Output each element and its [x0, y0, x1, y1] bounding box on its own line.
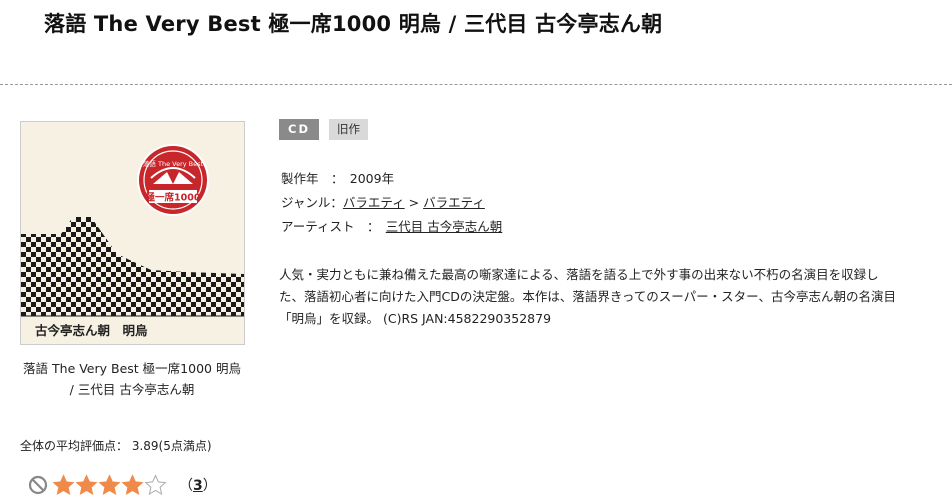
cover-badge-main-text: 極一席1000: [145, 192, 201, 204]
cd-cover-image[interactable]: 古今亭志ん朝 明烏 落語 The Very Best 極一席1000: [20, 121, 245, 345]
star-filled-icon: [98, 474, 121, 495]
cover-caption-line1: 落語 The Very Best 極一席1000 明烏: [23, 361, 241, 376]
star-filled-icon: [52, 474, 75, 495]
star-empty-icon: [144, 474, 167, 495]
artist-label: アーティスト ：: [281, 219, 386, 234]
description-line: 「明烏」を収録。 (C)RS JAN:4582290352879: [279, 311, 552, 326]
cover-badge-top-text: 落語 The Very Best: [143, 159, 204, 168]
product-description: 人気・実力ともに兼ね備えた最高の噺家達による、落語を語る上で外す事の出来ない不朽…: [279, 264, 947, 330]
star-filled-icon: [121, 474, 144, 495]
review-count[interactable]: （3）: [179, 475, 217, 495]
format-badge: CD: [279, 119, 319, 140]
review-count-close: ）: [202, 478, 217, 494]
review-count-open: （: [179, 478, 193, 494]
info-artist-row: アーティスト ： 三代目 古今亭志ん朝: [281, 215, 502, 239]
review-count-link[interactable]: 3: [193, 478, 203, 494]
genre-link-secondary[interactable]: バラエティ: [423, 195, 485, 210]
cover-caption: 落語 The Very Best 極一席1000 明烏 / 三代目 古今亭志ん朝: [10, 358, 254, 400]
description-line: た、落語初心者に向けた入門CDの決定盤。本作は、落語界きってのスーパー・スター、…: [279, 289, 896, 304]
category-badge: 旧作: [329, 119, 368, 140]
page-title: 落語 The Very Best 極一席1000 明烏 / 三代目 古今亭志ん朝: [44, 12, 663, 36]
no-rating-icon[interactable]: [28, 475, 48, 495]
cover-footer-text: 古今亭志ん朝 明烏: [35, 323, 148, 338]
average-rating-label: 全体の平均評価点： 3.89(5点満点): [20, 439, 212, 453]
cover-caption-line2: / 三代目 古今亭志ん朝: [69, 382, 195, 397]
cover-artwork: 古今亭志ん朝 明烏 落語 The Very Best 極一席1000: [21, 122, 244, 344]
year-value: 2009年: [349, 171, 395, 186]
rating-stars[interactable]: [52, 474, 167, 496]
genre-separator: >: [404, 195, 424, 210]
description-line: 人気・実力ともに兼ね備えた最高の噺家達による、落語を語る上で外す事の出来ない不朽…: [279, 267, 879, 282]
year-label: 製作年 ：: [281, 171, 350, 186]
artist-link[interactable]: 三代目 古今亭志ん朝: [386, 219, 502, 234]
info-year-row: 製作年 ： 2009年: [281, 167, 502, 191]
info-genre-row: ジャンル：バラエティ > バラエティ: [281, 191, 502, 215]
title-divider: [0, 84, 952, 85]
rating-row: （3）: [28, 472, 217, 498]
cover-badge: 落語 The Very Best 極一席1000: [137, 144, 209, 216]
star-filled-icon: [75, 474, 98, 495]
genre-link-primary[interactable]: バラエティ: [343, 195, 405, 210]
badges: CD 旧作: [279, 119, 368, 140]
genre-label: ジャンル：: [281, 195, 343, 210]
product-info: 製作年 ： 2009年 ジャンル：バラエティ > バラエティ アーティスト ： …: [281, 167, 502, 239]
